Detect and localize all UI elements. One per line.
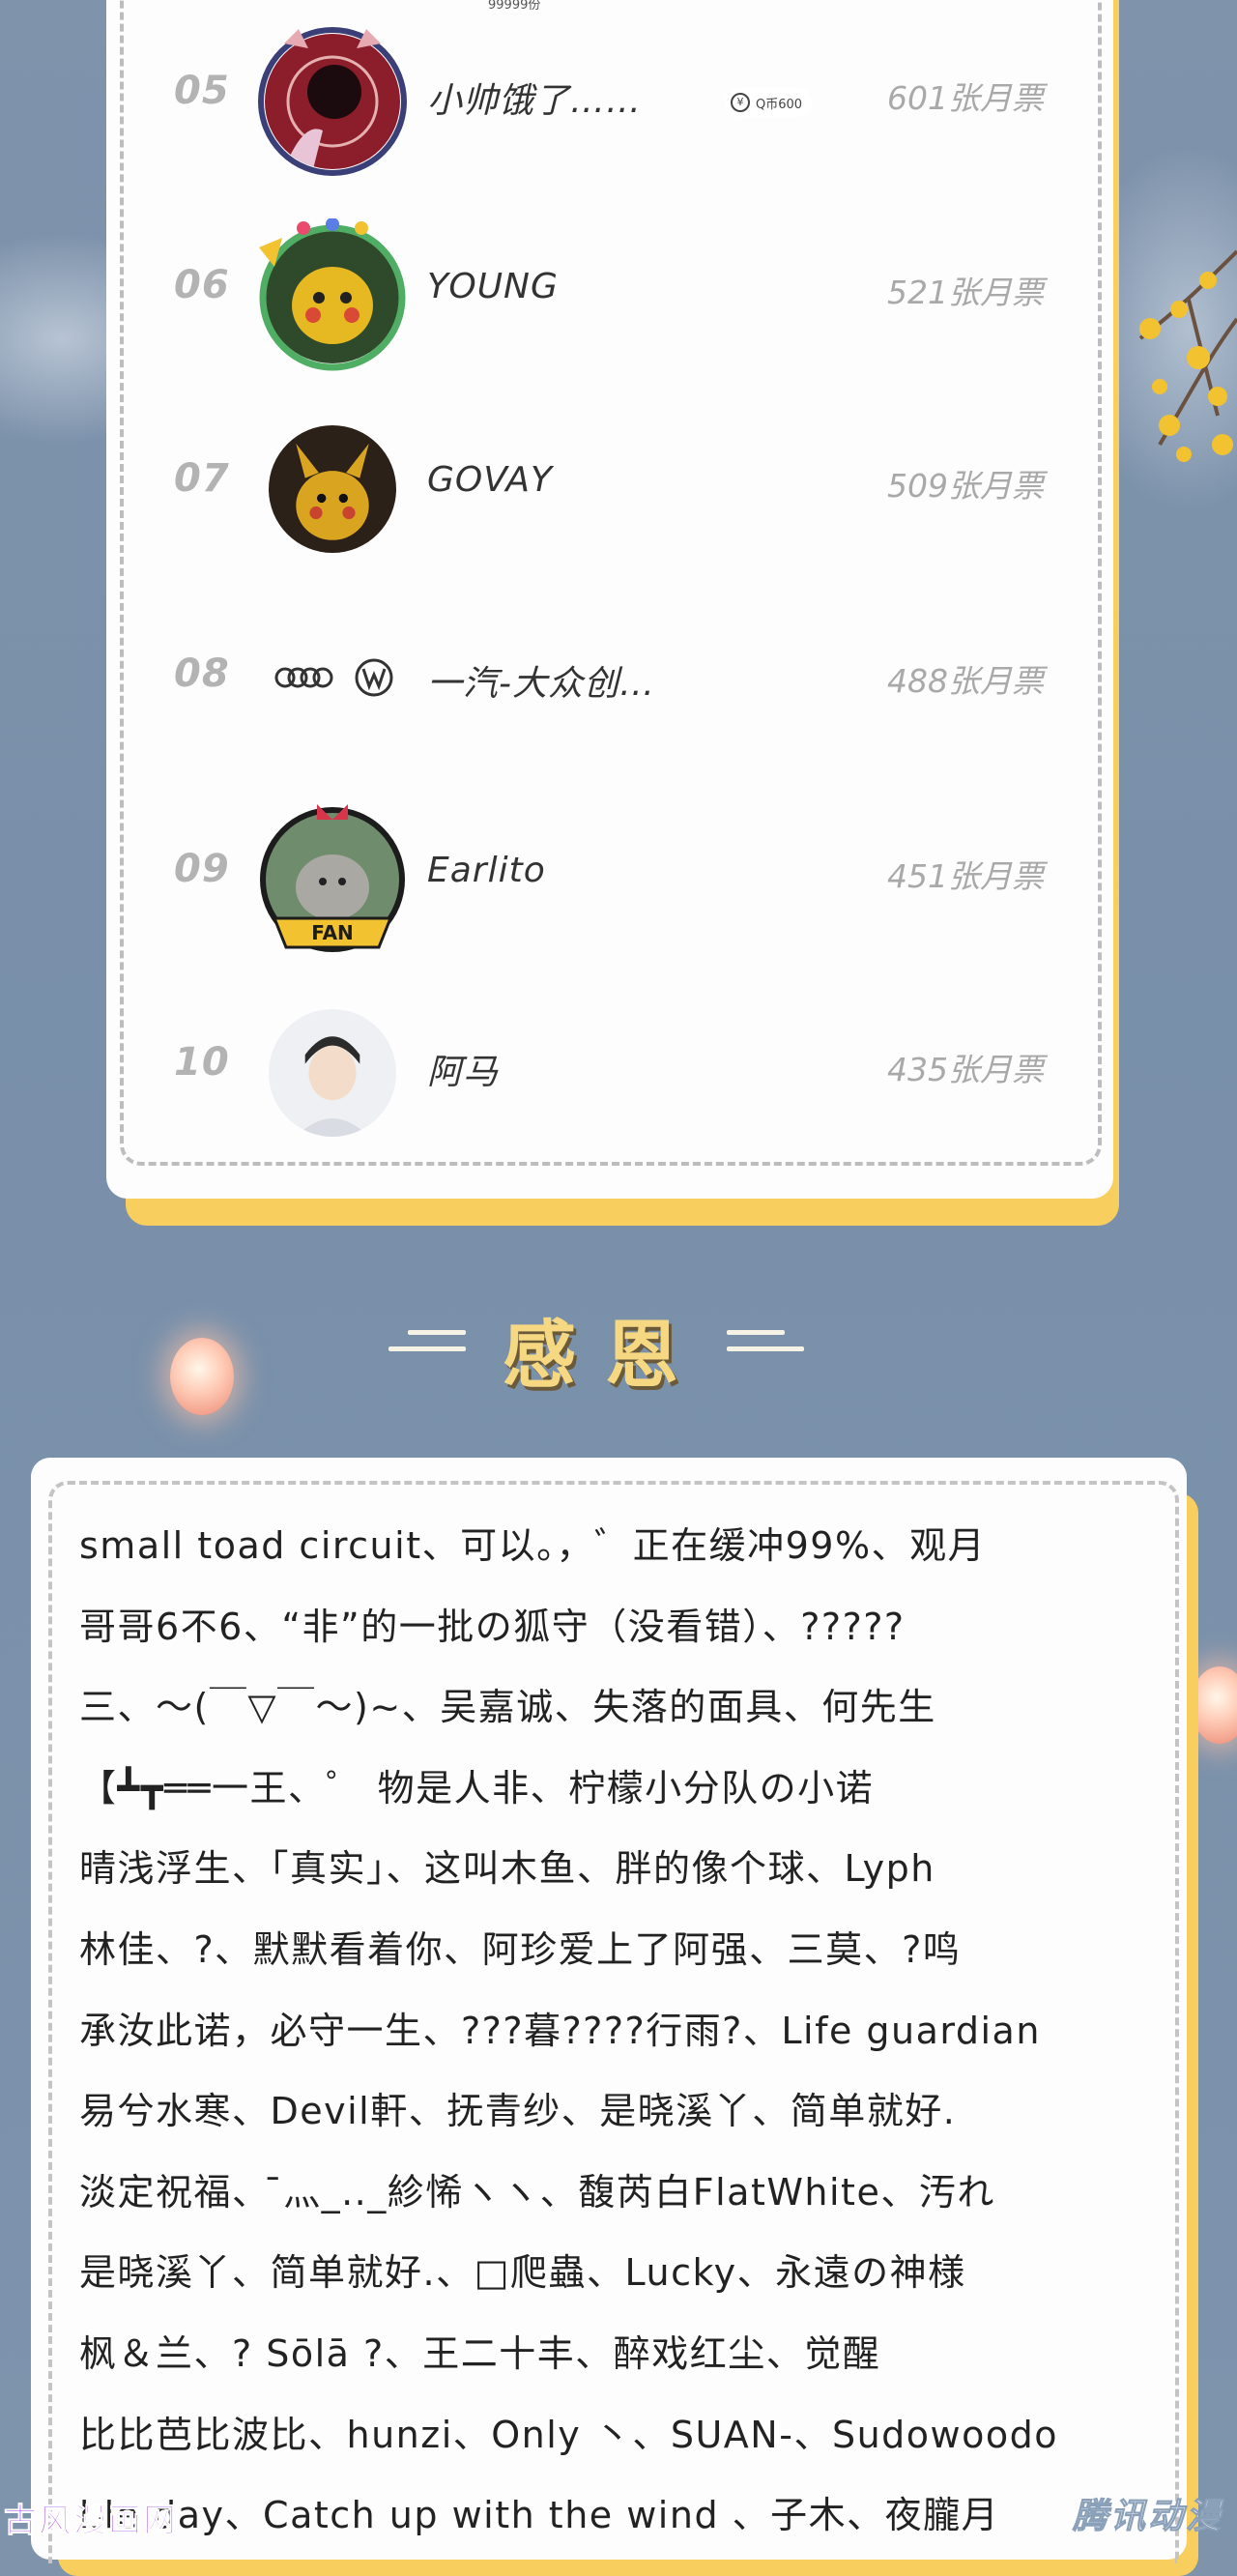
thanks-line: 易兮水寒、Devil軒、抚青纱、是晓溪丫、简单就好.: [79, 2090, 957, 2133]
thanks-line: 比比芭比波比、hunzi、Only 丶、SUAN-、Sudowoodo: [79, 2413, 1058, 2456]
q-coin-badge: ¥ Q币600: [725, 88, 813, 117]
thanks-line: 三、～(￣▽￣～)~、吴嘉诚、失落的面具、何先生: [79, 1686, 936, 1729]
thanks-line: 淡定祝福、 ̄灬_.._紾悕ヽヽ、馥芮白FlatWhite、汚れ: [79, 2170, 995, 2214]
thanks-line: 【┻┳══一王、゜ 物是人非、柠檬小分队の小诺: [79, 1766, 875, 1809]
rank-number: 05: [174, 69, 230, 113]
ranking-row[interactable]: 07 GOVAY 509张月票: [120, 402, 1102, 576]
thanks-line: 林佳、?、默默看着你、阿珍爱上了阿强、三莫、?鸣: [79, 1927, 962, 1971]
avatar-image: [265, 812, 400, 947]
avatar[interactable]: [265, 228, 400, 363]
thanks-line: 哥哥6不6、“非”的一批の狐守（没看错）、?????: [79, 1605, 906, 1648]
ranking-row[interactable]: 08 一汽-大众创… 488张月票: [120, 597, 1102, 771]
thanks-line: 是晓溪丫、简单就好.、□爬蟲、Lucky、永遠の神様: [79, 2251, 966, 2295]
thanks-line: ble day、Catch up with the wind 、子木、夜朧月: [79, 2494, 1000, 2537]
avatar[interactable]: [269, 1009, 396, 1137]
avatar[interactable]: [265, 34, 400, 169]
ranking-row[interactable]: 10 阿马 435张月票: [120, 986, 1102, 1160]
thanks-line: small toad circuit、可以。，゛正在缓冲99%、观月: [79, 1524, 987, 1567]
site-watermark: 古风漫画网: [4, 2502, 178, 2541]
plum-branch-decoration: [1138, 249, 1237, 462]
avatar-image: [265, 34, 400, 169]
avatar[interactable]: [274, 657, 394, 698]
rank-number: 10: [174, 1040, 230, 1085]
username: 小帅饿了……: [427, 81, 643, 121]
rank-number: 08: [174, 651, 230, 696]
vote-count: 435张月票: [887, 1051, 1044, 1088]
heading-decoration-right: [727, 1330, 804, 1373]
section-heading: 感恩: [0, 1295, 1237, 1411]
ranking-row[interactable]: 05 小帅饿了…… ¥ Q币600 601张月票: [120, 14, 1102, 188]
username: YOUNG: [427, 267, 559, 306]
ranking-row[interactable]: 06 YOUNG 521张月票: [120, 209, 1102, 383]
q-coin-label: Q币600: [756, 97, 803, 112]
vote-count: 601张月票: [887, 79, 1044, 117]
section-title: 感恩: [503, 1312, 707, 1398]
coin-icon: ¥: [731, 93, 750, 112]
avatar-image: [269, 425, 396, 553]
rank-number: 07: [174, 456, 230, 501]
thanks-line: 枫＆兰、? Sōlā ?、王二十丰、醉戏红尘、觉醒: [79, 2331, 881, 2375]
rank-number: 09: [174, 847, 230, 891]
ranking-row[interactable]: 09 FAN Earlito 451张月票: [120, 793, 1102, 967]
thanks-list: small toad circuit、可以。，゛正在缓冲99%、观月 哥哥6不6…: [79, 1506, 1152, 2557]
username: 阿马: [427, 1053, 500, 1092]
avatar[interactable]: [269, 425, 396, 553]
username: Earlito: [427, 851, 546, 890]
audi-rings-icon: [274, 667, 333, 688]
vote-count: 509张月票: [887, 467, 1044, 505]
avatar-image: [269, 1009, 396, 1137]
username: GOVAY: [427, 460, 554, 500]
vote-count: 521张月票: [887, 274, 1044, 311]
avatar-image: [265, 228, 400, 363]
heading-decoration-left: [388, 1330, 466, 1373]
thanks-line: 承汝此诺，必守一生、???暮????行雨?、Life guardian: [79, 2009, 1041, 2052]
platform-watermark: 腾讯动漫: [1072, 2497, 1223, 2537]
username: 一汽-大众创…: [427, 664, 655, 704]
ranking-fragment-text: 99999份: [488, 0, 541, 13]
rank-number: 06: [174, 263, 230, 307]
avatar[interactable]: [265, 812, 400, 947]
vote-count: 451张月票: [887, 857, 1044, 895]
volkswagen-logo-icon: [355, 658, 393, 697]
thanks-line: 晴浅浮生、「真实」、这叫木鱼、胖的像个球、Lyph: [79, 1847, 935, 1891]
vote-count: 488张月票: [887, 662, 1044, 700]
